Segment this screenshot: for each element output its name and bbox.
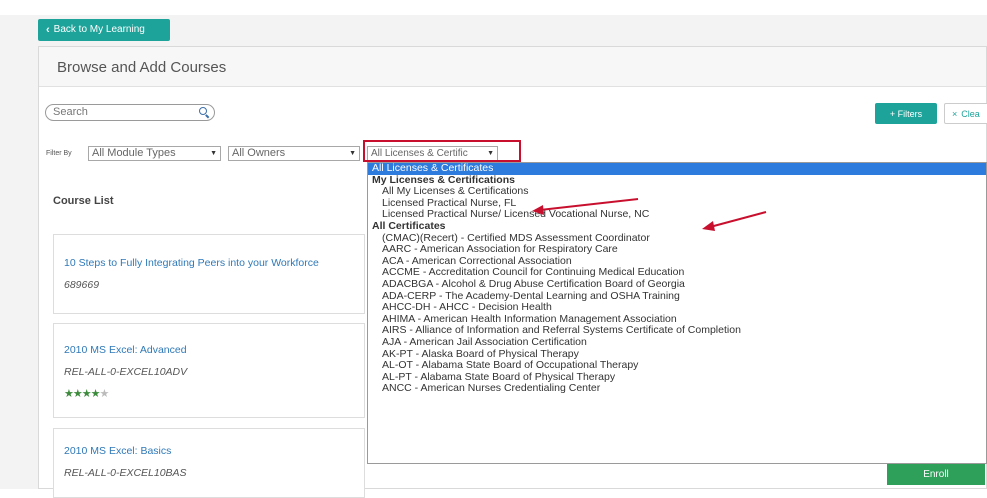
chevron-left-icon: ‹ bbox=[46, 24, 50, 36]
star-icon: ★★★★ bbox=[64, 388, 100, 400]
back-to-my-learning-button[interactable]: ‹ Back to My Learning bbox=[38, 19, 170, 41]
course-card[interactable]: 10 Steps to Fully Integrating Peers into… bbox=[53, 234, 365, 314]
licenses-dropdown-list[interactable]: All Licenses & Certificates My Licenses &… bbox=[367, 162, 987, 464]
search-placeholder: Search bbox=[53, 106, 88, 118]
dropdown-option[interactable]: AL-OT - Alabama State Board of Occupatio… bbox=[368, 359, 986, 372]
dropdown-option[interactable]: All Licenses & Certificates bbox=[368, 163, 986, 175]
search-icon[interactable] bbox=[199, 107, 207, 115]
top-strip bbox=[0, 0, 987, 15]
close-icon: × bbox=[952, 108, 958, 119]
star-rating: ★★★★★ bbox=[64, 387, 109, 400]
clear-filters-button[interactable]: × Clea bbox=[944, 103, 987, 124]
panel-header: Browse and Add Courses bbox=[39, 47, 986, 87]
course-code: REL-ALL-0-EXCEL10ADV bbox=[64, 366, 188, 378]
course-code: REL-ALL-0-EXCEL10BAS bbox=[64, 467, 187, 479]
dropdown-option[interactable]: AHCC-DH - AHCC - Decision Health bbox=[368, 302, 986, 314]
dropdown-group-header: All Certificates bbox=[372, 219, 446, 232]
back-button-label: Back to My Learning bbox=[53, 24, 145, 35]
owners-value: All Owners bbox=[232, 147, 286, 159]
course-title-link[interactable]: 2010 MS Excel: Advanced bbox=[64, 344, 187, 356]
course-card[interactable]: 2010 MS Excel: Basics REL-ALL-0-EXCEL10B… bbox=[53, 428, 365, 498]
enroll-button[interactable]: Enroll bbox=[887, 463, 985, 485]
module-types-value: All Module Types bbox=[92, 147, 176, 159]
star-empty-icon: ★ bbox=[99, 388, 109, 400]
annotation-arrow-icon bbox=[702, 211, 767, 231]
clear-label: Clea bbox=[961, 108, 980, 119]
dropdown-arrow-icon: ▼ bbox=[349, 150, 356, 157]
dropdown-option[interactable]: ANCC - American Nurses Credentialing Cen… bbox=[368, 383, 986, 395]
page-title: Browse and Add Courses bbox=[57, 59, 227, 76]
dropdown-option[interactable]: AJA - American Jail Association Certific… bbox=[368, 336, 986, 349]
enroll-label: Enroll bbox=[923, 468, 949, 480]
filter-by-label: Filter By bbox=[46, 150, 72, 157]
course-card[interactable]: 2010 MS Excel: Advanced REL-ALL-0-EXCEL1… bbox=[53, 323, 365, 418]
annotation-arrow-icon bbox=[532, 198, 639, 215]
dropdown-option[interactable]: Licensed Practical Nurse/ Licensed Vocat… bbox=[368, 209, 986, 221]
filters-button[interactable]: + Filters bbox=[875, 103, 937, 124]
dropdown-arrow-icon: ▼ bbox=[210, 150, 217, 157]
course-title-link[interactable]: 10 Steps to Fully Integrating Peers into… bbox=[64, 257, 319, 269]
course-code: 689669 bbox=[64, 279, 100, 291]
filters-label: + Filters bbox=[889, 108, 923, 119]
owners-select[interactable]: All Owners ▼ bbox=[228, 146, 360, 161]
dropdown-option[interactable]: ADACBGA - Alcohol & Drug Abuse Certifica… bbox=[368, 278, 986, 291]
course-list-title: Course List bbox=[53, 195, 114, 207]
dropdown-option[interactable]: AARC - American Association for Respirat… bbox=[368, 244, 986, 256]
course-title-link[interactable]: 2010 MS Excel: Basics bbox=[64, 445, 171, 457]
module-types-select[interactable]: All Module Types ▼ bbox=[88, 146, 221, 161]
search-input[interactable]: Search bbox=[45, 104, 215, 121]
annotation-highlight-box bbox=[363, 140, 521, 162]
